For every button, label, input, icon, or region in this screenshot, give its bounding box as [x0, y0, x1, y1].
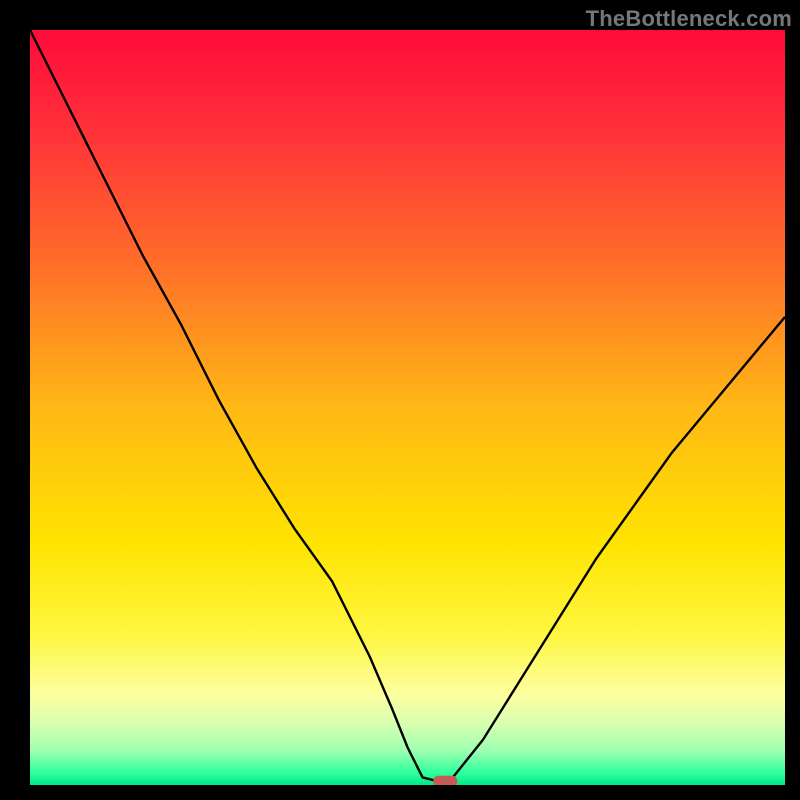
gradient-background [30, 30, 785, 785]
watermark-text: TheBottleneck.com [586, 6, 792, 32]
plot-area [30, 30, 785, 785]
bottleneck-chart [30, 30, 785, 785]
chart-frame: TheBottleneck.com [0, 0, 800, 800]
minimum-marker [433, 776, 457, 785]
